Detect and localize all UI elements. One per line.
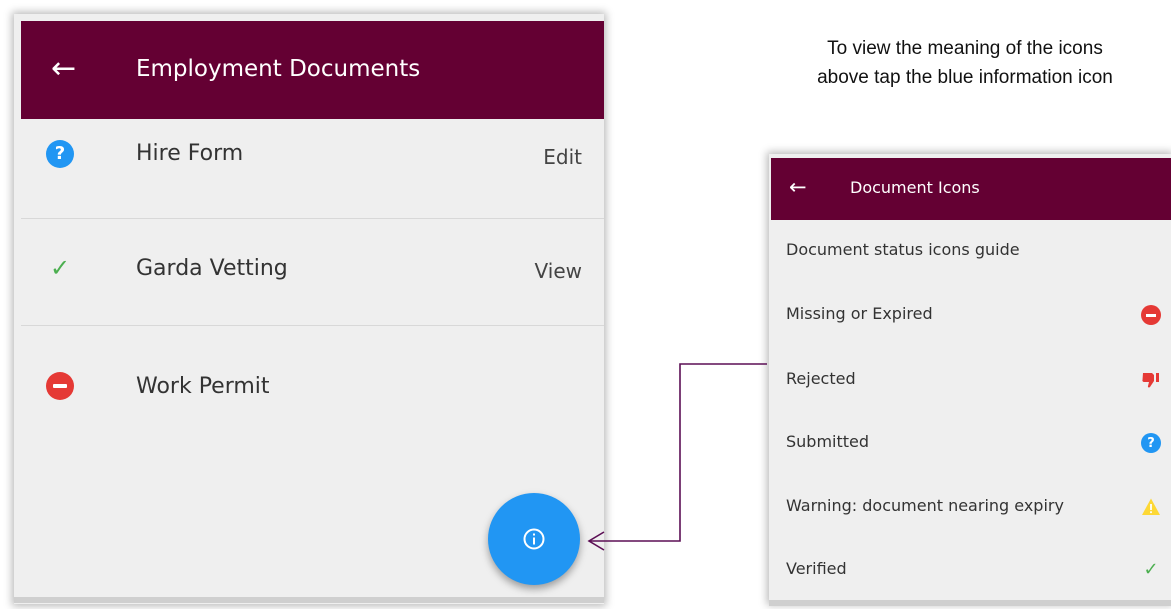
question-icon: ?: [46, 140, 74, 168]
legend-label: Warning: document nearing expiry: [786, 496, 1064, 515]
legend-item-missing: Missing or Expired: [786, 299, 1161, 329]
divider: [14, 597, 604, 603]
check-icon: ✓: [49, 254, 71, 282]
legend-label: Verified: [786, 559, 847, 578]
document-row-hire-form[interactable]: ? Hire Form Edit: [21, 105, 604, 219]
document-name: Garda Vetting: [136, 256, 288, 281]
legend-label: Missing or Expired: [786, 304, 933, 323]
check-icon: ✓: [1143, 559, 1159, 580]
minus-circle-icon: [46, 372, 74, 400]
document-icons-screen: ← Document Icons Document status icons g…: [769, 154, 1171, 603]
guide-heading-row: Document status icons guide: [786, 235, 1156, 265]
page-title: Employment Documents: [136, 56, 421, 82]
edit-link[interactable]: Edit: [543, 143, 582, 171]
legend-item-submitted: Submitted ?: [786, 427, 1161, 457]
legend-label: Rejected: [786, 369, 856, 388]
document-row-garda-vetting[interactable]: ✓ Garda Vetting View: [21, 212, 604, 326]
document-name: Hire Form: [136, 141, 244, 166]
thumbs-down-icon: [1142, 373, 1159, 388]
info-icon: [523, 528, 545, 550]
legend-label: Submitted: [786, 432, 870, 451]
minus-circle-icon: [1141, 305, 1161, 325]
question-icon: ?: [1141, 433, 1161, 453]
back-arrow-icon[interactable]: ←: [51, 49, 76, 89]
divider: [769, 600, 1171, 606]
back-arrow-icon[interactable]: ←: [789, 172, 807, 202]
legend-item-warning: Warning: document nearing expiry: [786, 491, 1160, 521]
info-fab-button[interactable]: [488, 493, 580, 585]
instruction-caption: To view the meaning of the icons above t…: [817, 38, 1113, 88]
document-row-work-permit[interactable]: Work Permit: [21, 327, 604, 440]
page-title: Document Icons: [850, 178, 980, 197]
guide-heading: Document status icons guide: [786, 240, 1020, 259]
view-link[interactable]: View: [535, 257, 582, 285]
legend-item-rejected: Rejected: [786, 364, 1159, 394]
legend-item-verified: Verified ✓: [786, 554, 1159, 584]
app-bar: ← Document Icons: [771, 158, 1171, 220]
warning-icon: [1142, 498, 1160, 515]
document-name: Work Permit: [136, 374, 270, 399]
